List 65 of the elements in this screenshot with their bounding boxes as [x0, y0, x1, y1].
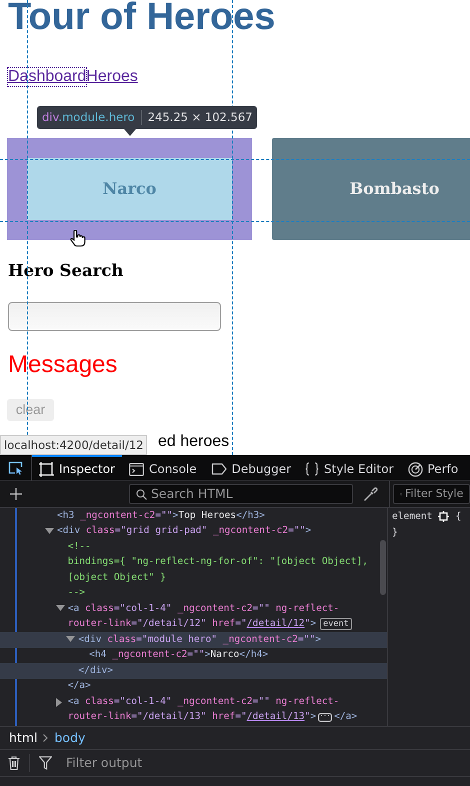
expanded-triangle-icon[interactable] [56, 605, 65, 611]
chevron-icon [43, 734, 48, 742]
filter-input[interactable]: Filter Style [405, 486, 469, 502]
expanded-triangle-icon[interactable] [66, 636, 76, 642]
markup-text: <a class="col-1-4" _ngcontent-c2="" ng-reflect- [68, 602, 340, 616]
link[interactable]: /detail/12 [246, 618, 305, 630]
markup-text: </a> [68, 679, 91, 694]
ellipsis-icon[interactable] [318, 712, 332, 722]
brace-text: } [392, 526, 398, 540]
search-field[interactable] [8, 302, 221, 331]
markup-text: <a class="col-1-4" _ngcontent-c2="" ng-reflect- [68, 694, 340, 709]
filter-icon [39, 756, 52, 770]
rule-selector: element [392, 510, 432, 524]
gauge-icon [408, 462, 422, 476]
element-selector: div.module.hero [42, 108, 135, 126]
event-badge[interactable]: event [320, 618, 352, 630]
nav-link[interactable]: Dashboard [8, 68, 86, 86]
devtools-tab[interactable]: Debugger [204, 455, 298, 481]
devtools-tab[interactable]: Style Editor [298, 455, 400, 481]
markup-text: </a> [334, 710, 358, 724]
pick-element-icon [8, 461, 24, 475]
hero-name: Narco [102, 178, 156, 200]
markup-text: <div class="grid grid-pad" _ngcontent-c2=""> [57, 524, 312, 538]
section-heading: Hero Search [8, 261, 124, 281]
markup-text: [object Object" } [68, 570, 166, 585]
breadcrumb[interactable]: body [54, 728, 86, 748]
markup-text: --> [68, 586, 86, 600]
markup-text: <div class="module hero" _ngcontent-c2=""> [78, 632, 322, 647]
search-input[interactable]: Search HTML [151, 484, 346, 504]
tag-shape-icon [210, 463, 227, 475]
node-icon[interactable] [438, 511, 450, 522]
breadcrumb[interactable]: html [9, 728, 38, 748]
trash-icon[interactable] [8, 756, 20, 770]
messages-heading: Messages [8, 351, 118, 379]
filter-styles-field[interactable]: Filter Style [393, 484, 470, 504]
expanded-triangle-icon[interactable] [45, 528, 54, 534]
scrollbar[interactable] [380, 540, 386, 595]
markup-text: </div> [78, 664, 114, 678]
markup-text: router-link="/detail/12" href="/detail/12"> [68, 617, 316, 632]
search-html-field[interactable]: Search HTML [129, 484, 353, 504]
brace-text: { [455, 510, 462, 524]
devtools-tab[interactable]: Perfo [400, 455, 466, 481]
status-url: localhost:4200/detail/12 [0, 435, 148, 455]
markup-text: <h3 _ngcontent-c2="">Top Heroes</h3> [57, 508, 265, 523]
console-icon [128, 462, 144, 476]
page-title: Tour of Heroes [8, 0, 276, 37]
markup-text: router-link="/detail/13" href="/detail/13"> [68, 710, 316, 724]
search-icon [136, 488, 147, 500]
element-size: 245.25 × 102.567 [148, 108, 252, 126]
eyedropper-icon[interactable] [363, 486, 378, 502]
message-text: ed heroes [158, 433, 230, 451]
markup-text: bindings={ "ng-reflect-ng-for-of": "[object Object], [68, 555, 368, 570]
filter-output-field[interactable]: Filter output [66, 754, 266, 772]
nav-link[interactable]: Heroes [86, 68, 138, 86]
link[interactable]: /detail/13 [246, 711, 305, 722]
hand-cursor-icon [70, 230, 86, 247]
markup-text: <!-- [68, 540, 91, 554]
devtools-tab[interactable]: Console [122, 455, 204, 481]
hero-card[interactable]: Bombasto [272, 138, 470, 240]
add-node-icon[interactable] [9, 487, 23, 501]
braces-icon [305, 462, 320, 476]
collapsed-triangle-icon[interactable] [56, 698, 62, 707]
markup-text: <h4 _ngcontent-c2="">Narco</h4> [89, 648, 268, 662]
square-icon [39, 462, 54, 476]
hero-name: Bombasto [350, 178, 440, 200]
